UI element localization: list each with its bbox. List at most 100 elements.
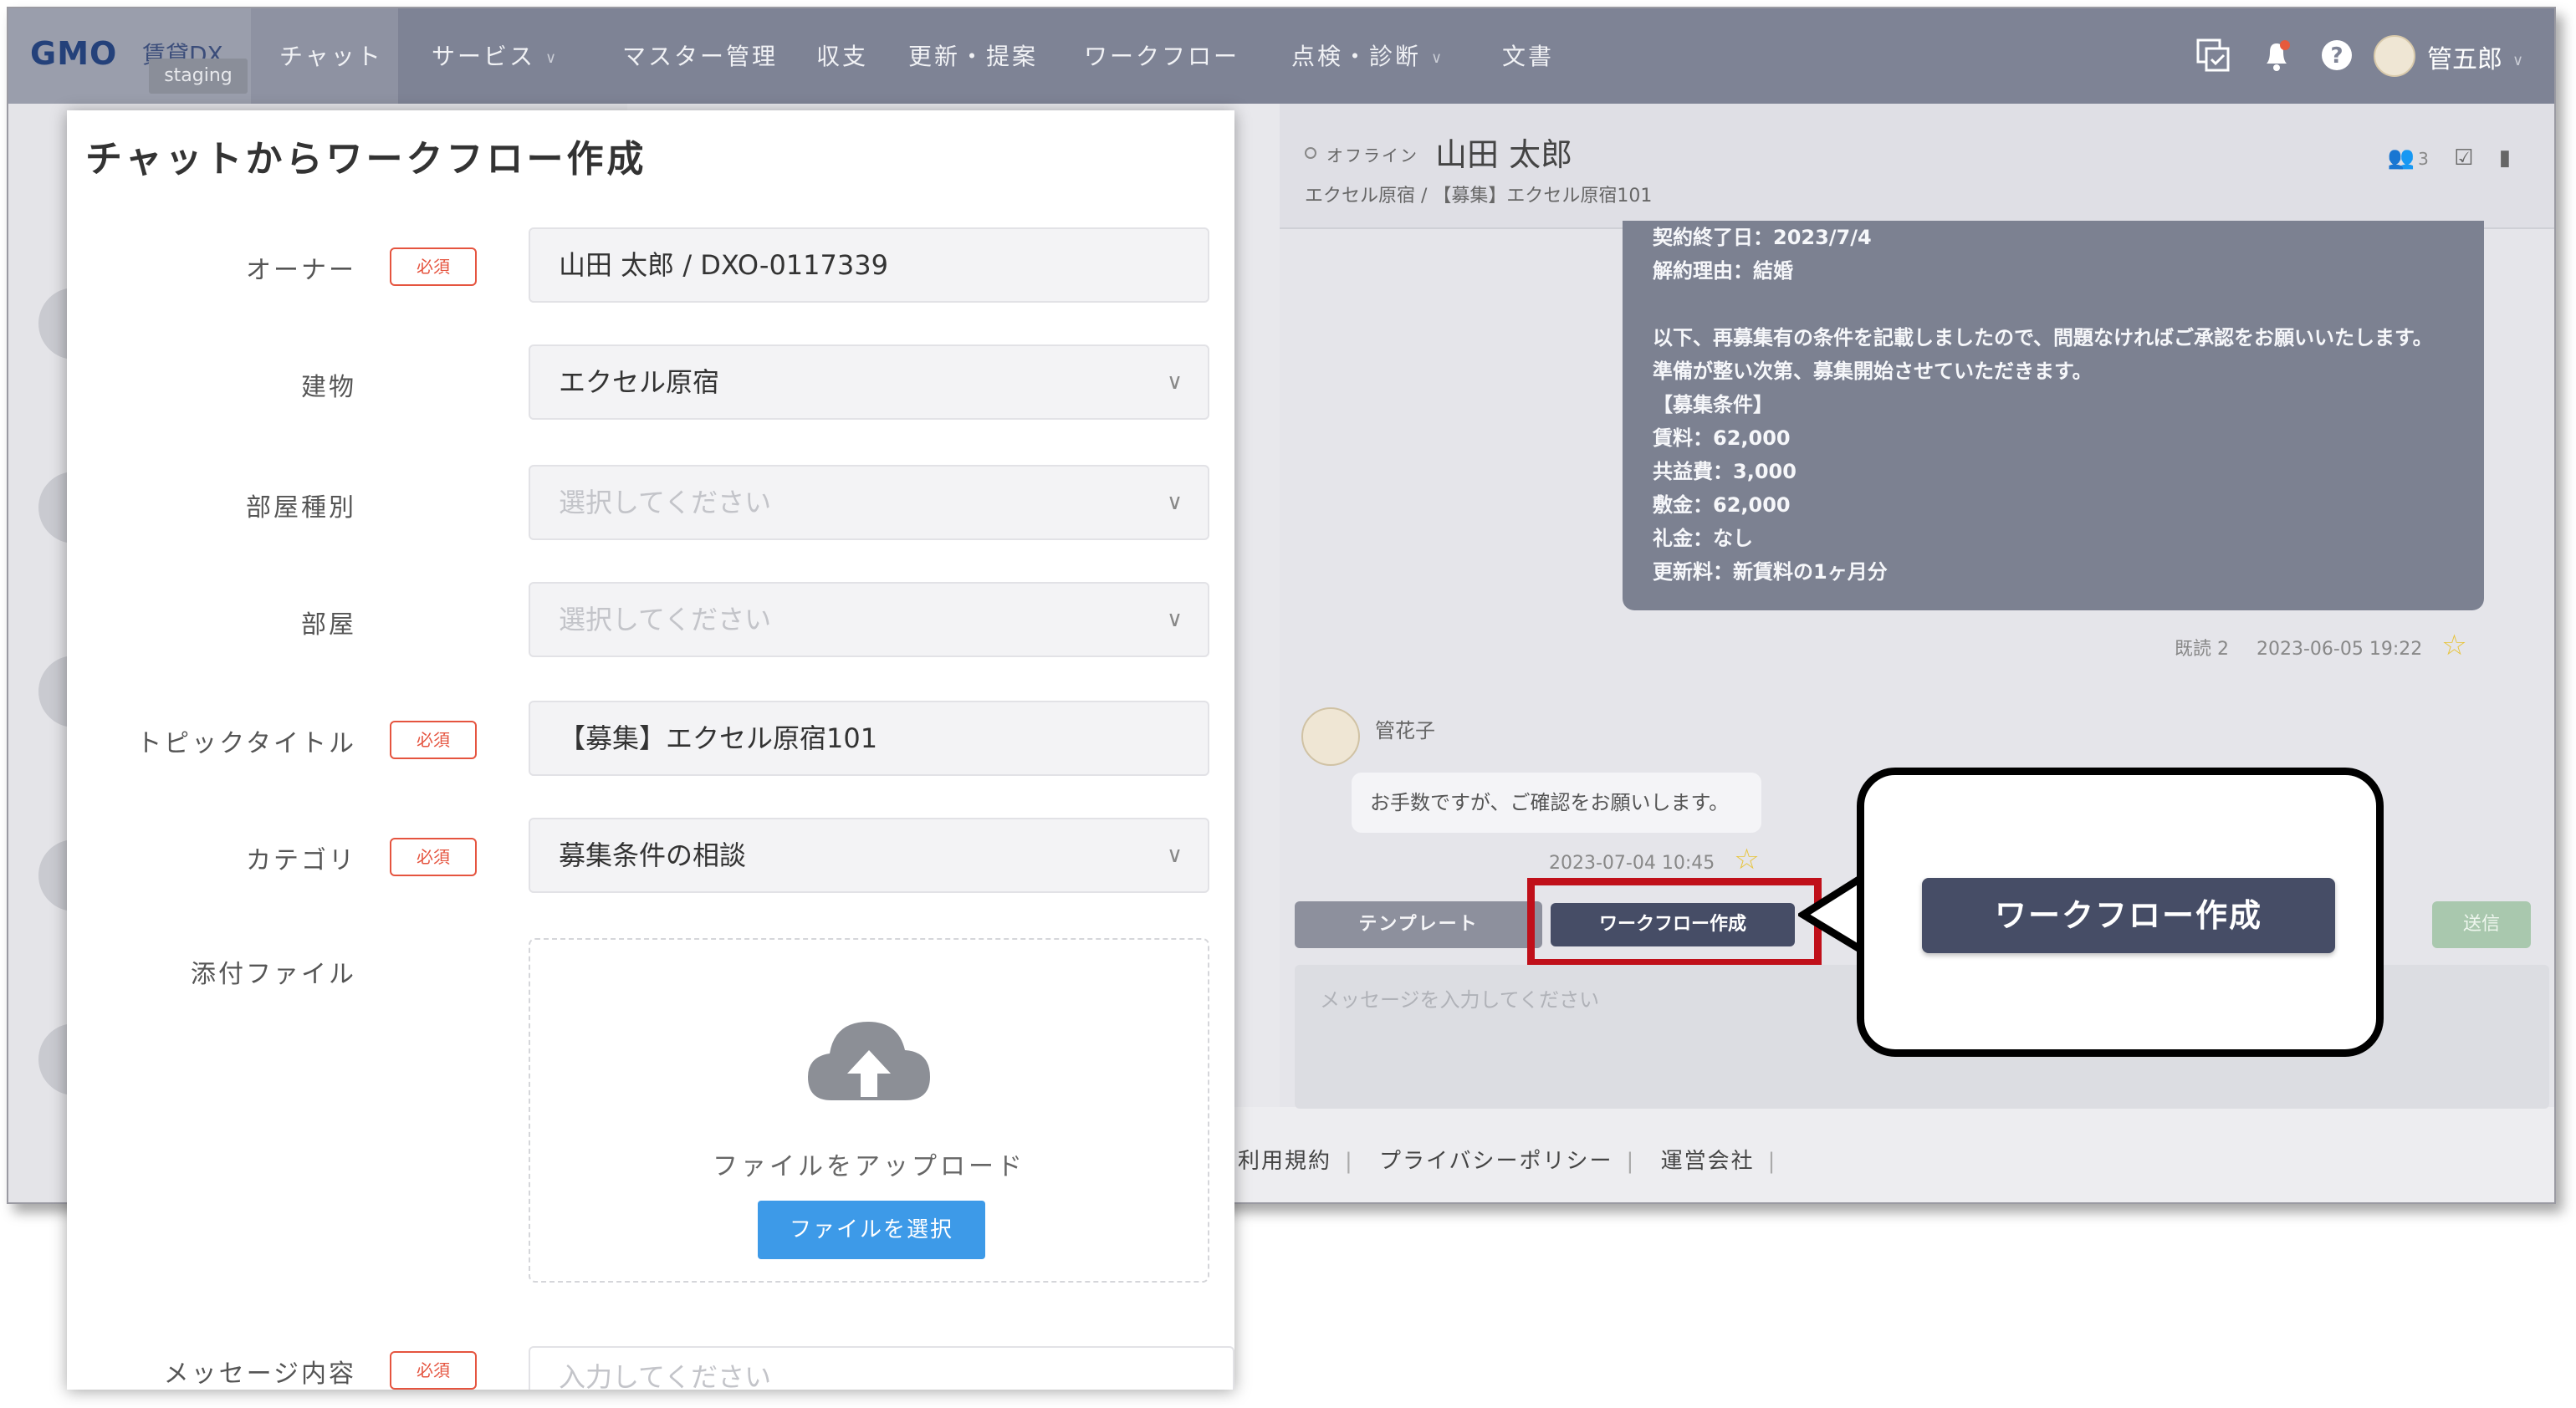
chat-header: オフライン 山田 太郎 エクセル原宿 / 【募集】エクセル原宿101 👥 3 ☑ … [1280, 104, 2554, 229]
checkbox-icon[interactable]: ☑ [2454, 145, 2473, 171]
nav-item-5[interactable]: ワークフロー [1084, 38, 1239, 72]
members-icon[interactable]: 👥 3 [2388, 145, 2429, 171]
bell-icon[interactable] [2260, 37, 2293, 81]
required-badge: 必須 [390, 838, 477, 876]
footer-link-privacy[interactable]: プライバシーポリシー [1379, 1149, 1613, 1174]
status-text: オフライン [1326, 145, 1418, 166]
field-value: エクセル原宿 [559, 366, 720, 398]
field-select[interactable]: 選択してください ∨ [529, 582, 1209, 657]
field-label: カテゴリ [246, 846, 356, 875]
workflow-modal: チャットからワークフロー作成 オーナー 必須 山田 太郎 / DXO-0117339… [67, 110, 1234, 1390]
logo: GMO [30, 35, 118, 72]
required-badge: 必須 [390, 1351, 477, 1390]
logo-area[interactable]: GMO 賃貸DX staging [8, 8, 251, 104]
message-line [1653, 288, 2454, 321]
nav-item-7[interactable]: 文書 [1502, 38, 1554, 72]
footer-link-terms[interactable]: 利用規約 [1238, 1149, 1331, 1174]
nav-item-4[interactable]: 更新・提案 [908, 38, 1038, 72]
document-icon[interactable]: ▮ [2499, 145, 2511, 171]
field-label: 建物 [301, 373, 356, 402]
modal-title: チャットからワークフロー作成 [85, 138, 647, 181]
nav-item-label: ワークフロー [1084, 43, 1240, 70]
field-value: 選択してください [559, 487, 772, 518]
top-nav: GMO 賃貸DX staging チャット サービス ∨ マスター管理 収支 更新・提案 ワ… [8, 8, 2554, 104]
upload-text: ファイルをアップロード [713, 1152, 1025, 1181]
footer-separator: | [1767, 1149, 1777, 1174]
chevron-down-icon: ∨ [545, 48, 560, 67]
field-input[interactable]: 【募集】エクセル原宿101 [529, 701, 1209, 776]
chevron-down-icon: ∨ [1166, 490, 1183, 515]
member-count: 3 [2418, 149, 2429, 169]
field-value: 【募集】エクセル原宿101 [559, 722, 878, 754]
field-label: オーナー [246, 256, 356, 285]
message-line: 解約理由：結婚 [1653, 259, 1793, 283]
message-bubble-received: お手数ですが、ご確認をお願いします。 [1352, 773, 1761, 833]
read-count: 既読 2 [2175, 639, 2229, 660]
nav-item-3[interactable]: 収支 [816, 38, 868, 72]
svg-text:?: ? [2330, 43, 2343, 69]
field-select[interactable]: 選択してください ∨ [529, 465, 1209, 540]
help-icon[interactable]: ? [2318, 37, 2355, 81]
chevron-down-icon: ∨ [1166, 843, 1183, 868]
message-meta: 既読 2 2023-06-05 19:22 ☆ [2175, 629, 2467, 662]
status-icon [1305, 147, 1316, 159]
field-select[interactable]: 募集条件の相談 ∨ [529, 818, 1209, 893]
copy-check-icon[interactable] [2195, 37, 2231, 81]
nav-item-0[interactable]: チャット [279, 38, 383, 72]
field-input[interactable]: 山田 太郎 / DXO-0117339 [529, 227, 1209, 303]
field-label: トピックタイトル [136, 729, 356, 758]
chat-header-actions: 👥 3 ☑ ▮ [2369, 145, 2511, 171]
message-line: 礼金：なし [1653, 527, 1753, 550]
sender-name: 管花子 [1375, 719, 1435, 742]
nav-item-6[interactable]: 点検・診断 ∨ [1291, 38, 1444, 72]
nav-item-1[interactable]: サービス ∨ [432, 38, 559, 72]
message-content-input[interactable]: 入力してください [529, 1346, 1234, 1390]
field-value: 山田 太郎 / DXO-0117339 [559, 249, 888, 281]
required-badge: 必須 [390, 247, 477, 286]
message-line: 敷金：62,000 [1653, 493, 1791, 517]
nav-item-label: 文書 [1502, 43, 1555, 70]
sender-avatar [1301, 707, 1360, 766]
field-label: 部屋種別 [246, 493, 356, 523]
chevron-down-icon: ∨ [1431, 48, 1445, 67]
nav-item-label: マスター管理 [622, 43, 779, 70]
nav-item-label: 収支 [816, 43, 869, 70]
field-label: 部屋 [301, 610, 356, 640]
star-icon[interactable]: ☆ [2441, 629, 2466, 662]
message-timestamp: 2023-07-04 10:45 [1549, 853, 1715, 874]
message-label: メッセージ内容 [163, 1360, 356, 1389]
chevron-down-icon: ∨ [2512, 52, 2524, 69]
star-icon[interactable]: ☆ [1734, 843, 1759, 876]
user-avatar[interactable] [2374, 35, 2415, 77]
footer-link-company[interactable]: 運営会社 [1661, 1149, 1755, 1174]
nav-item-label: 点検・診断 [1291, 43, 1422, 70]
chat-breadcrumb: エクセル原宿 / 【募集】エクセル原宿101 [1305, 186, 1653, 207]
footer-separator: | [1345, 1149, 1354, 1174]
chevron-down-icon: ∨ [1166, 607, 1183, 632]
field-select[interactable]: エクセル原宿 ∨ [529, 344, 1209, 420]
file-dropzone[interactable]: ファイルをアップロード ファイルを選択 [529, 938, 1209, 1283]
select-file-button[interactable]: ファイルを選択 [758, 1201, 985, 1259]
template-button[interactable]: テンプレート [1295, 901, 1542, 948]
message-line: 共益費：3,000 [1653, 460, 1797, 483]
required-badge: 必須 [390, 721, 477, 759]
user-name: 管五郎 [2427, 45, 2502, 74]
chevron-down-icon: ∨ [1166, 370, 1183, 395]
message-line: 準備が整い次第、募集開始させていただきます。 [1653, 360, 2093, 383]
message-line: 以下、再募集有の条件を記載しましたので、問題なければご承認をお願いいたします。 [1653, 326, 2433, 349]
footer-separator: | [1626, 1149, 1636, 1174]
nav-item-label: 更新・提案 [908, 43, 1039, 70]
send-button[interactable]: 送信 [2432, 901, 2531, 948]
nav-item-2[interactable]: マスター管理 [622, 38, 778, 72]
message-meta: 2023-07-04 10:45 ☆ [1549, 843, 1760, 876]
staging-badge: staging [149, 59, 248, 94]
message-bubble-sent: 契約終了日：2023/7/4 解約理由：結婚 以下、再募集有の条件を記載しましたので… [1623, 221, 2484, 610]
field-value: 募集条件の相談 [559, 839, 747, 871]
field-value: 選択してください [559, 604, 772, 635]
callout-workflow-button[interactable]: ワークフロー作成 [1922, 878, 2335, 953]
chat-partner-name: 山田 太郎 [1435, 136, 1573, 173]
user-menu[interactable]: 管五郎 ∨ [2427, 38, 2523, 75]
message-line: 【募集条件】 [1653, 393, 1773, 416]
highlight-box [1527, 878, 1822, 967]
attachment-label: 添付ファイル [191, 960, 356, 989]
